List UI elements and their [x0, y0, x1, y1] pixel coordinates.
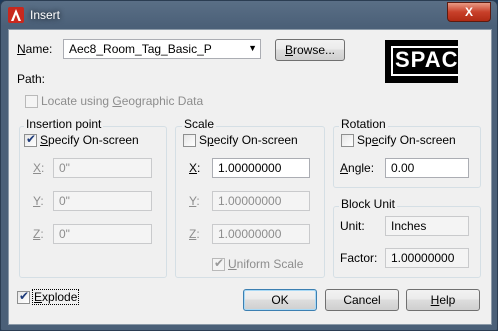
- help-button[interactable]: Help: [406, 289, 480, 311]
- scale-specify-checkbox[interactable]: [183, 134, 196, 147]
- title-bar[interactable]: Insert X: [1, 1, 497, 29]
- uniform-scale-label: Uniform Scale: [228, 257, 304, 271]
- name-label: Name:: [17, 42, 53, 56]
- dialog-body: Name: Aec8_Room_Tag_Basic_P ▼ Browse... …: [8, 29, 492, 325]
- chevron-down-icon[interactable]: ▼: [248, 42, 257, 55]
- scale-title: Scale: [182, 117, 217, 131]
- autocad-app-icon[interactable]: [8, 7, 24, 23]
- insert-dialog-window: Insert X Name: Aec8_Room_Tag_Basic_P ▼ B…: [0, 0, 498, 331]
- scale-specify-label: Specify On-screen: [199, 133, 298, 147]
- scale-x-label: X:: [189, 161, 201, 175]
- uniform-scale-checkbox[interactable]: [212, 256, 225, 271]
- block-name-combo[interactable]: Aec8_Room_Tag_Basic_P ▼: [63, 39, 261, 59]
- explode-checkbox[interactable]: [17, 289, 30, 304]
- rotation-specify-label: Specify On-screen: [357, 133, 456, 147]
- block-unit-unit-value: Inches: [385, 216, 469, 236]
- locate-geographic-label: Locate using Geographic Data: [41, 94, 204, 108]
- insertion-y-label: Y:: [33, 194, 44, 208]
- locate-geographic-checkbox[interactable]: [25, 95, 38, 108]
- scale-z-label: Z:: [189, 227, 200, 241]
- insertion-z-input[interactable]: 0": [53, 224, 152, 244]
- rotation-title: Rotation: [339, 117, 388, 131]
- rotation-angle-input[interactable]: 0.00: [385, 158, 469, 178]
- block-name-value: Aec8_Room_Tag_Basic_P: [69, 42, 212, 56]
- window-title: Insert: [30, 8, 61, 22]
- browse-button[interactable]: Browse...: [275, 39, 345, 61]
- close-button[interactable]: X: [447, 2, 491, 22]
- scale-x-input[interactable]: 1.00000000: [212, 158, 310, 178]
- scale-y-label: Y:: [189, 194, 200, 208]
- preview-text: SPAC: [395, 47, 458, 72]
- rotation-specify-checkbox[interactable]: [341, 134, 354, 147]
- scale-y-input[interactable]: 1.00000000: [212, 191, 310, 211]
- insertion-x-input[interactable]: 0": [53, 158, 152, 178]
- insertion-specify-label: Specify On-screen: [40, 133, 139, 147]
- block-unit-unit-label: Unit:: [340, 219, 365, 233]
- cancel-button[interactable]: Cancel: [325, 289, 399, 311]
- block-unit-factor-label: Factor:: [340, 251, 378, 265]
- block-unit-title: Block Unit: [339, 197, 398, 211]
- insertion-specify-checkbox[interactable]: [24, 132, 37, 147]
- scale-z-input[interactable]: 1.00000000: [212, 224, 310, 244]
- block-preview: SPAC: [385, 40, 458, 83]
- insertion-x-label: X:: [33, 161, 45, 175]
- ok-button[interactable]: OK: [243, 289, 317, 311]
- insertion-z-label: Z:: [33, 227, 44, 241]
- explode-label: Explode: [31, 289, 80, 305]
- path-label: Path:: [17, 72, 46, 86]
- insertion-point-title: Insertion point: [24, 117, 104, 131]
- rotation-angle-label: Angle:: [340, 161, 375, 175]
- block-unit-factor-value: 1.00000000: [385, 248, 469, 268]
- insertion-y-input[interactable]: 0": [53, 191, 152, 211]
